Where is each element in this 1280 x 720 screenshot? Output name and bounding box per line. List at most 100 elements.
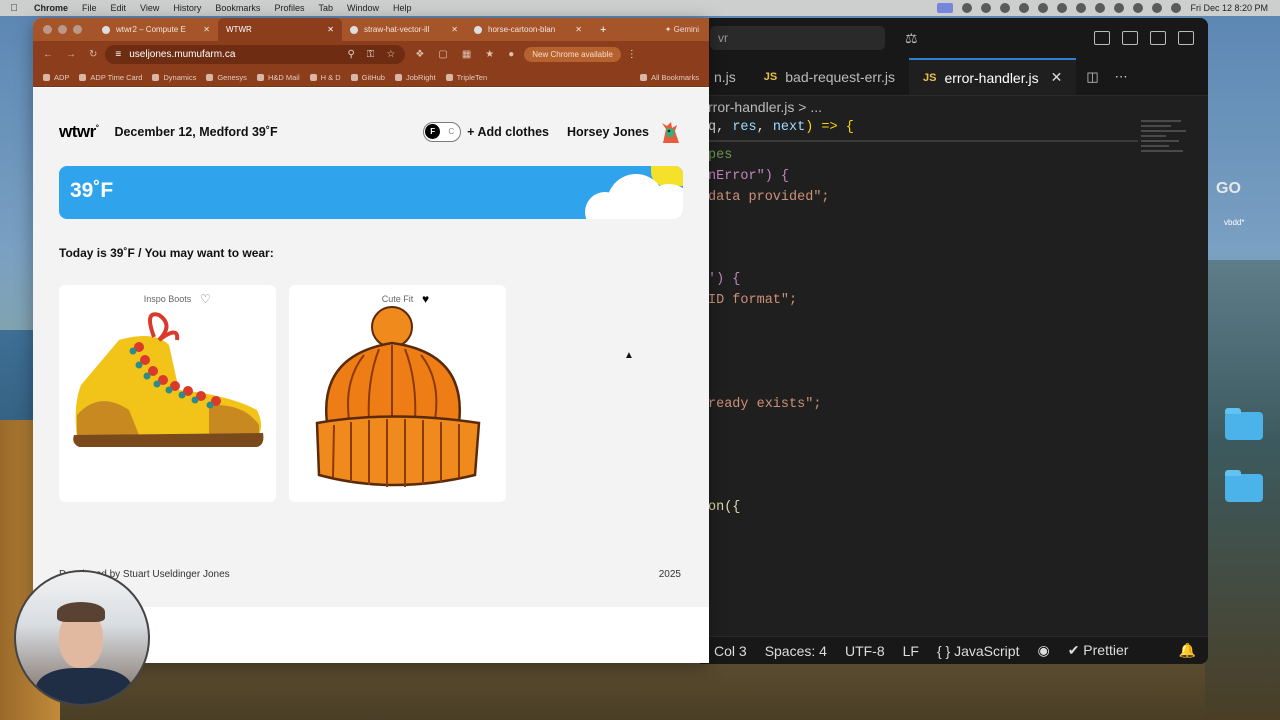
all-bookmarks-button[interactable]: All Bookmarks <box>640 73 709 82</box>
desktop-folder-icon[interactable] <box>1225 408 1263 440</box>
app-logo[interactable]: wtwr° <box>59 122 99 142</box>
spotlight-icon[interactable] <box>1133 3 1144 13</box>
bookmark-item[interactable]: ADP Time Card <box>79 73 152 82</box>
control-center-icon[interactable] <box>1152 3 1163 13</box>
menu-tab[interactable]: Tab <box>312 3 341 13</box>
status-icon[interactable] <box>962 3 973 13</box>
profile-avatar-icon[interactable]: ● <box>508 49 514 60</box>
update-chrome-button[interactable]: New Chrome available <box>524 47 621 62</box>
reload-icon[interactable]: ↻ <box>89 49 97 60</box>
code-area[interactable]: q, res, next) => { pes nError") { data p… <box>700 118 1208 578</box>
desktop-folder-icon[interactable] <box>1225 470 1263 502</box>
clothing-card[interactable]: Inspo Boots ♡ <box>59 285 276 502</box>
horse-avatar-icon[interactable] <box>657 119 683 145</box>
notifications-bell-icon[interactable]: 🔔 <box>1179 642 1208 659</box>
add-clothes-button[interactable]: + Add clothes <box>467 125 549 139</box>
bookmark-item[interactable]: Dynamics <box>152 73 206 82</box>
bookmark-label: ADP Time Card <box>90 72 143 82</box>
new-tab-button[interactable]: + <box>590 24 616 36</box>
editor-tab-active[interactable]: JS error-handler.js ✕ <box>908 58 1077 95</box>
bookmark-item[interactable]: JobRight <box>394 73 446 82</box>
site-info-icon[interactable]: ≡ <box>115 49 121 60</box>
location-icon[interactable]: ⚲ <box>347 49 354 60</box>
close-tab-icon[interactable]: ✕ <box>203 25 210 34</box>
close-tab-icon[interactable]: ✕ <box>451 25 458 34</box>
maximize-window-button[interactable] <box>73 25 82 34</box>
browser-tab[interactable]: horse-cartoon-blan ✕ <box>466 18 590 41</box>
bookmark-item[interactable]: H&D Mail <box>256 73 310 82</box>
menu-edit[interactable]: Edit <box>105 3 135 13</box>
close-tab-icon[interactable]: ✕ <box>1051 69 1063 86</box>
breadcrumb[interactable]: rror-handler.js > ... <box>700 96 1208 118</box>
menu-help[interactable]: Help <box>387 3 420 13</box>
battery-icon[interactable] <box>1076 3 1087 13</box>
indentation-setting[interactable]: Spaces: 4 <box>765 643 827 659</box>
extension-icon[interactable]: ▢ <box>438 49 447 60</box>
bookmark-item[interactable]: Genesys <box>206 73 257 82</box>
menu-view[interactable]: View <box>134 3 167 13</box>
like-heart-outline-icon[interactable]: ♡ <box>200 292 211 306</box>
screen-record-icon[interactable] <box>937 3 954 13</box>
line-ending[interactable]: LF <box>903 643 919 659</box>
username[interactable]: Horsey Jones <box>567 125 649 139</box>
vpn-icon[interactable] <box>1000 3 1011 13</box>
siri-icon[interactable] <box>1171 3 1182 13</box>
prettier-status[interactable]: ✔ Prettier <box>1068 642 1129 659</box>
gemini-button[interactable]: ✦ Gemini <box>665 25 709 34</box>
github-icon[interactable] <box>981 3 992 13</box>
close-tab-icon[interactable]: ✕ <box>327 25 334 34</box>
menu-app-name[interactable]: Chrome <box>28 3 76 13</box>
copilot-status-icon[interactable]: ◉ <box>1037 642 1049 659</box>
bluetooth-icon[interactable] <box>1095 3 1106 13</box>
toggle-sidebar-icon[interactable] <box>1122 31 1138 45</box>
extension-icon[interactable]: ▦ <box>462 49 471 60</box>
language-mode[interactable]: { } JavaScript <box>937 643 1020 659</box>
minimap[interactable] <box>1141 120 1196 180</box>
forward-arrow-icon[interactable]: → <box>66 49 76 60</box>
menu-bookmarks[interactable]: Bookmarks <box>209 3 268 13</box>
cursor-position[interactable]: Col 3 <box>714 643 747 659</box>
file-encoding[interactable]: UTF-8 <box>845 643 885 659</box>
extension-icon[interactable]: ★ <box>485 49 494 60</box>
cloud-icon[interactable] <box>1019 3 1030 13</box>
split-editor-icon[interactable]: ◫ <box>1086 69 1098 85</box>
close-tab-icon[interactable]: ✕ <box>575 25 582 34</box>
address-bar[interactable]: ≡ useljones.mumufarm.ca ⚲ ⚿ ☆ <box>105 45 406 64</box>
menu-history[interactable]: History <box>167 3 209 13</box>
chrome-menu-icon[interactable]: ⋮ <box>627 49 637 60</box>
editor-command-search[interactable]: vr <box>710 26 885 50</box>
menubar-clock[interactable]: Fri Dec 12 8:20 PM <box>1190 3 1268 13</box>
desktop-logo-go[interactable]: GO <box>1216 180 1241 198</box>
toggle-secondary-sidebar-icon[interactable] <box>1178 31 1194 45</box>
clothing-card[interactable]: Cute Fit ♥ <box>289 285 506 502</box>
bookmark-item[interactable]: H & D <box>309 73 351 82</box>
more-actions-icon[interactable]: ⋯ <box>1115 69 1128 85</box>
play-icon[interactable] <box>1038 3 1049 13</box>
menu-file[interactable]: File <box>76 3 105 13</box>
editor-tab[interactable]: JS bad-request-err.js <box>750 58 909 95</box>
temperature-unit-toggle[interactable]: F C <box>423 122 462 142</box>
bookmark-star-icon[interactable]: ☆ <box>386 49 395 60</box>
wifi-icon[interactable] <box>1114 3 1125 13</box>
close-window-button[interactable] <box>43 25 52 34</box>
headphones-icon[interactable] <box>1057 3 1068 13</box>
layout-customize-icon[interactable] <box>1094 31 1110 45</box>
extension-icon[interactable]: ❖ <box>415 49 424 60</box>
bookmark-item[interactable]: GitHub <box>350 73 395 82</box>
password-key-icon[interactable]: ⚿ <box>367 49 375 60</box>
browser-tab[interactable]: wtwr2 – Compute E ✕ <box>94 18 218 41</box>
menu-window[interactable]: Window <box>341 3 387 13</box>
webcam-person-shirt <box>36 668 132 704</box>
apple-icon[interactable]:  <box>0 3 28 14</box>
copilot-icon[interactable]: ⚖ <box>905 30 918 47</box>
toggle-panel-icon[interactable] <box>1150 31 1166 45</box>
like-heart-filled-icon[interactable]: ♥ <box>422 292 429 306</box>
browser-tab[interactable]: straw-hat-vector-ill ✕ <box>342 18 466 41</box>
minimize-window-button[interactable] <box>58 25 67 34</box>
desktop-label-vbdd[interactable]: vbdd* <box>1224 218 1244 227</box>
bookmark-item[interactable]: TripleTen <box>445 73 498 82</box>
back-arrow-icon[interactable]: ← <box>43 49 53 60</box>
menu-profiles[interactable]: Profiles <box>268 3 312 13</box>
browser-tab-active[interactable]: WTWR ✕ <box>218 18 342 41</box>
bookmark-item[interactable]: ADP <box>43 73 79 82</box>
